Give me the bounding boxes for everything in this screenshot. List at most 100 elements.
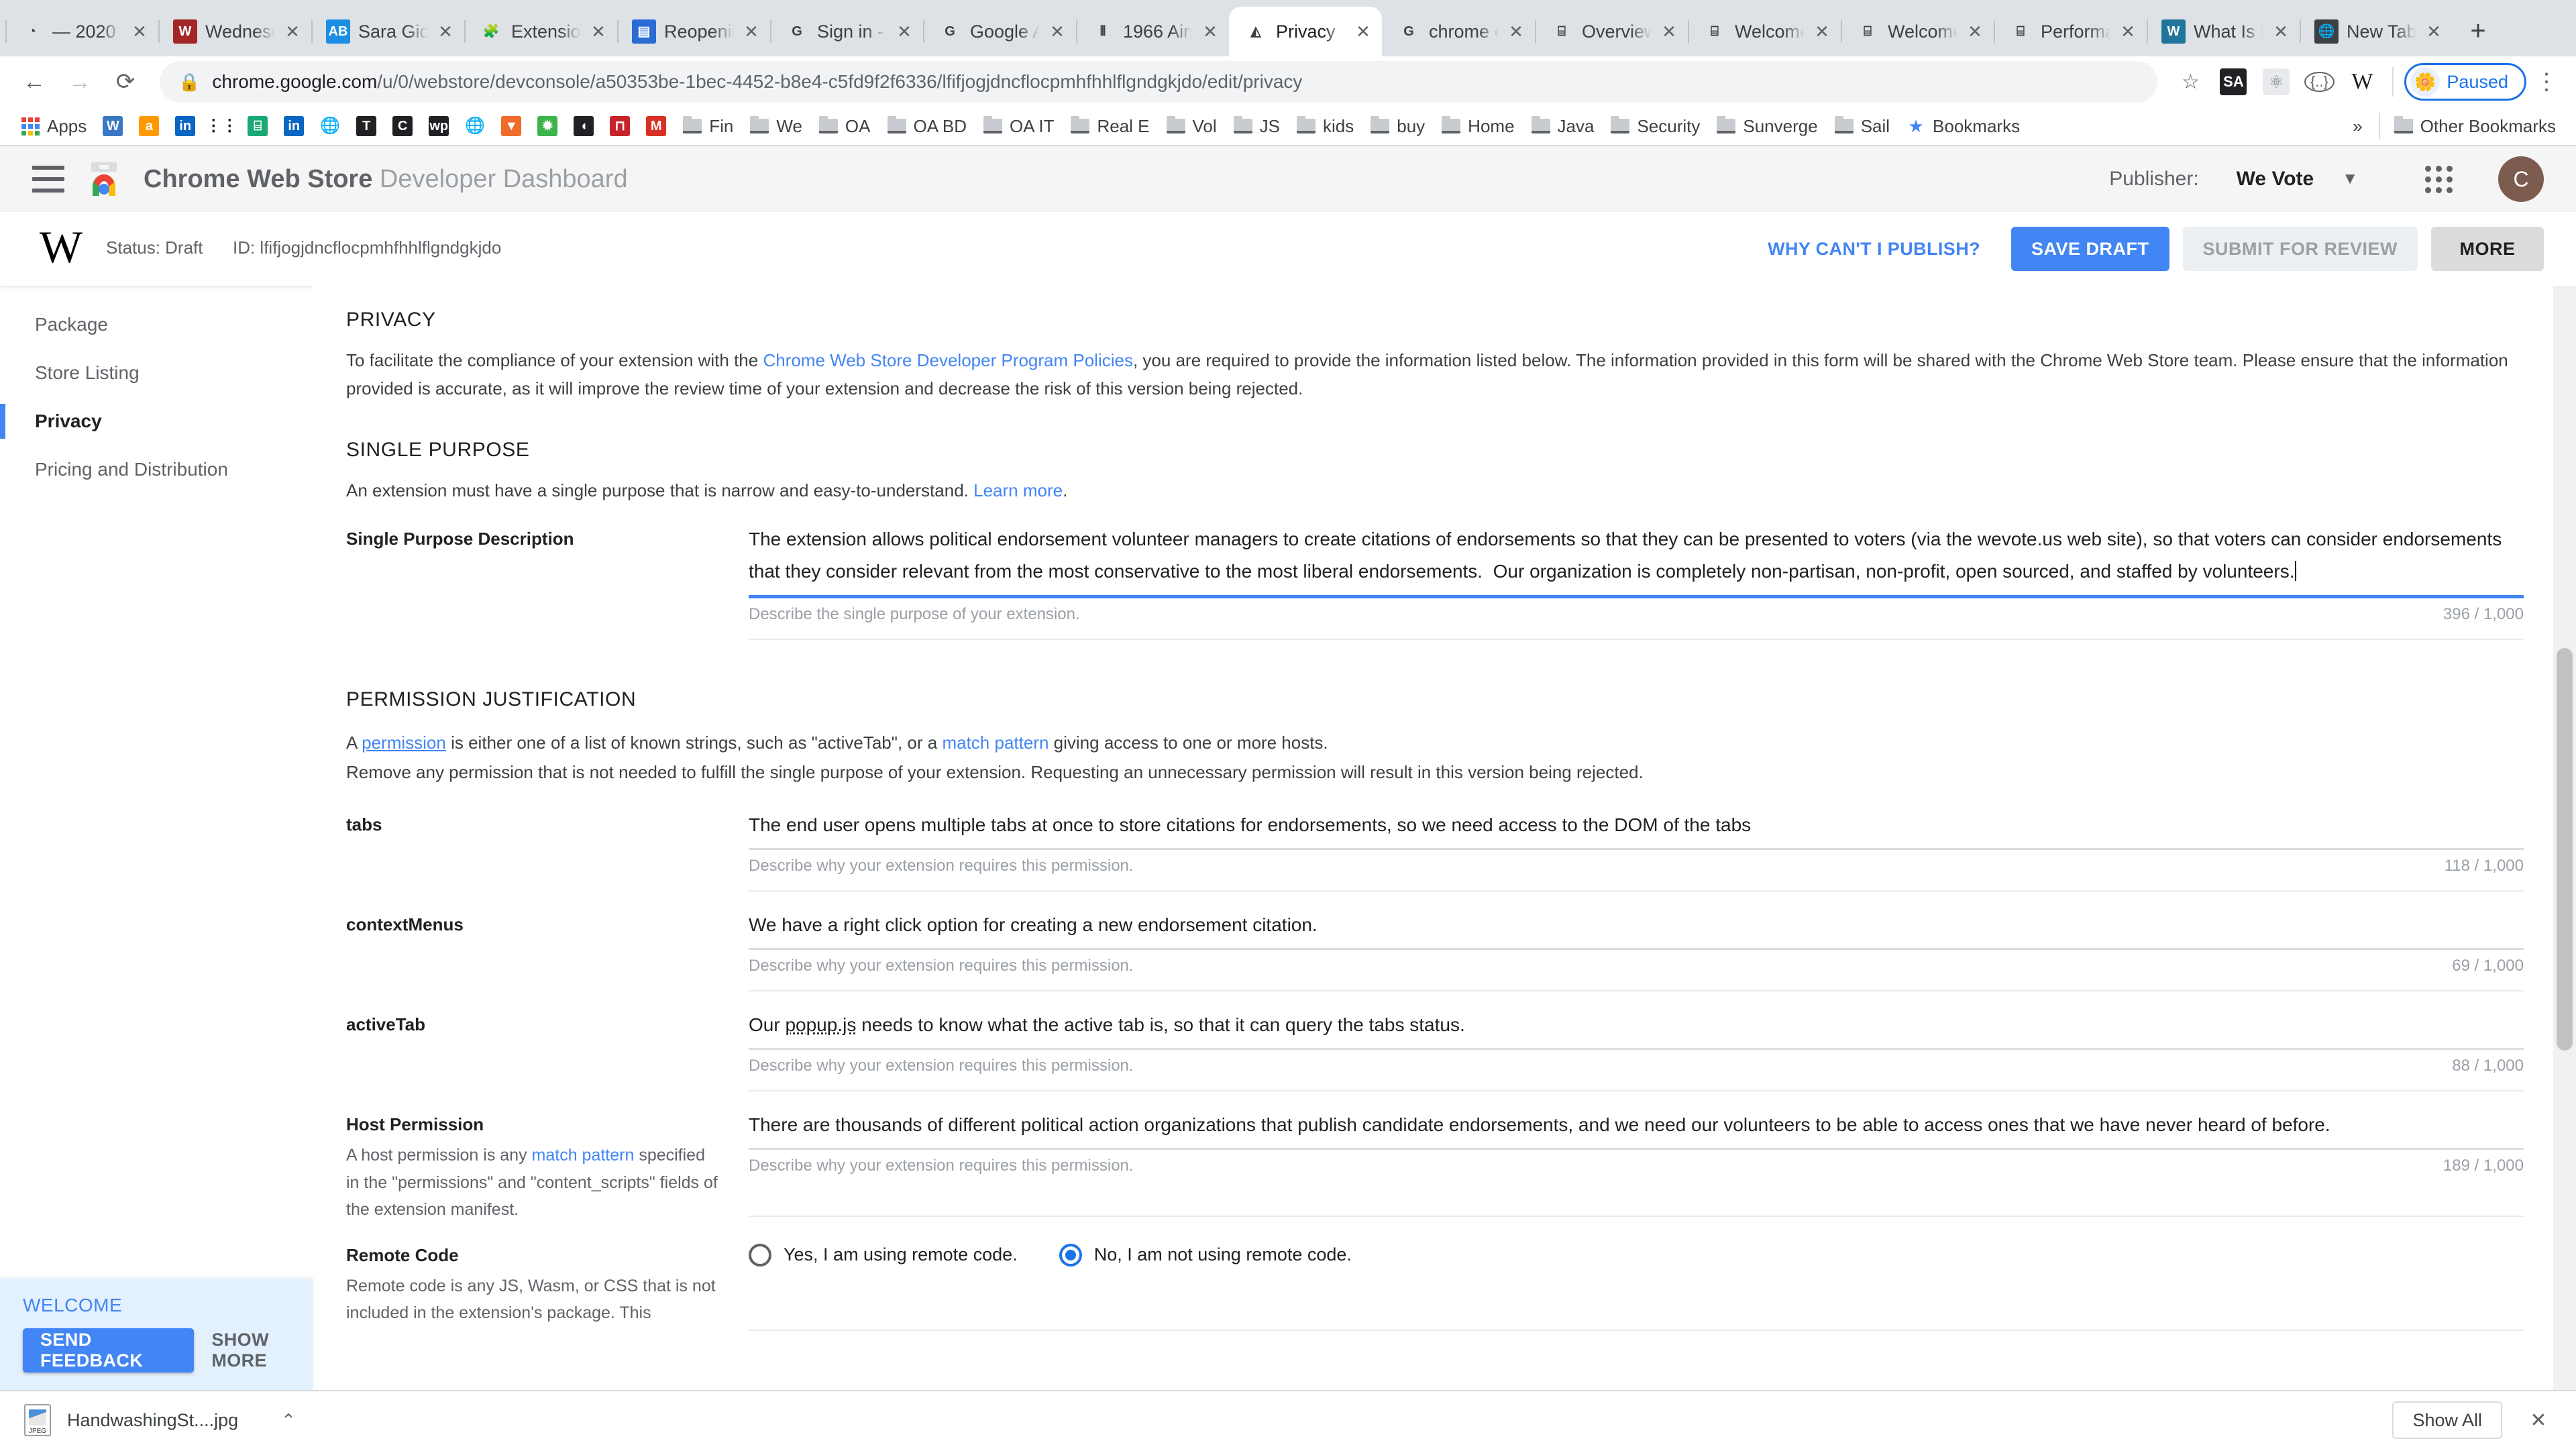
reload-icon[interactable]: ⟳ — [105, 61, 146, 103]
single-purpose-description-input[interactable]: The extension allows political endorseme… — [749, 523, 2524, 594]
browser-tab[interactable]: ⌸Performa✕ — [1994, 7, 2147, 56]
bookmark-item[interactable]: Fin — [674, 111, 741, 142]
developer-program-policies-link[interactable]: Chrome Web Store Developer Program Polic… — [763, 350, 1133, 370]
close-icon[interactable]: ✕ — [2271, 22, 2290, 41]
bookmark-item[interactable]: in — [167, 111, 203, 142]
learn-more-link[interactable]: Learn more — [973, 480, 1063, 500]
radio-checked-icon[interactable] — [1059, 1244, 1082, 1267]
bookmark-item[interactable]: Home — [1433, 111, 1522, 142]
permission-justification-input[interactable]: We have a right click option for creatin… — [749, 909, 2524, 948]
bookmark-item[interactable]: OA — [810, 111, 879, 142]
permission-link[interactable]: permission — [362, 733, 446, 753]
browser-tab[interactable]: GGoogle A✕ — [923, 7, 1076, 56]
show-more-button[interactable]: SHOW MORE — [211, 1330, 313, 1371]
new-tab-button[interactable]: + — [2459, 12, 2497, 50]
save-draft-button[interactable]: SAVE DRAFT — [2011, 227, 2169, 271]
react-devtools-extension-icon[interactable]: ⚛ — [2263, 68, 2290, 95]
back-icon[interactable]: ← — [13, 61, 55, 103]
scrollbar-thumb[interactable] — [2557, 648, 2573, 1051]
bookmark-item[interactable]: in — [276, 111, 312, 142]
match-pattern-link[interactable]: match pattern — [532, 1146, 635, 1165]
bookmark-item[interactable]: 🌐 — [312, 111, 348, 142]
browser-tab[interactable]: Gchrome e✕ — [1382, 7, 1535, 56]
bookmark-item[interactable]: kids — [1288, 111, 1362, 142]
radio-unchecked-icon[interactable] — [749, 1244, 771, 1267]
browser-tab[interactable]: ⦀1966 Airs✕ — [1076, 7, 1229, 56]
sidebar-item-pricing-and-distribution[interactable]: Pricing and Distribution — [0, 445, 313, 494]
scientific-american-extension-icon[interactable]: SA — [2220, 68, 2247, 95]
close-icon[interactable]: ✕ — [1201, 22, 1220, 41]
bookmark-item[interactable]: 🌐 — [457, 111, 493, 142]
address-bar[interactable]: 🔒 chrome.google.com/u/0/webstore/devcons… — [160, 61, 2157, 103]
remote-code-no-option[interactable]: No, I am not using remote code. — [1059, 1244, 1352, 1267]
browser-tab[interactable]: ◭Privacy✕ — [1229, 7, 1382, 56]
other-bookmarks-folder[interactable]: Other Bookmarks — [2385, 111, 2564, 142]
why-cant-i-publish-link[interactable]: WHY CAN'T I PUBLISH? — [1750, 239, 1998, 260]
browser-tab[interactable]: GSign in -✕ — [770, 7, 923, 56]
browser-tab[interactable]: ▤Reopening✕ — [617, 7, 770, 56]
close-icon[interactable]: ✕ — [742, 22, 761, 41]
bookmark-item[interactable]: ⋮⋮ — [203, 111, 239, 142]
bookmark-item[interactable]: Java — [1523, 111, 1603, 142]
browser-tab[interactable]: ◔— 2020 P✕ — [5, 7, 158, 56]
browser-tab[interactable]: 🌐New Tab✕ — [2300, 7, 2453, 56]
browser-tab[interactable]: ⌸Welcome✕ — [1688, 7, 1841, 56]
submit-for-review-button[interactable]: SUBMIT FOR REVIEW — [2183, 227, 2418, 271]
close-icon[interactable]: ✕ — [1813, 22, 1831, 41]
publisher-value[interactable]: We Vote — [2237, 168, 2314, 191]
browser-tab[interactable]: WWednesd✕ — [158, 7, 311, 56]
content-scrollbar[interactable] — [2553, 286, 2576, 1390]
bookmark-item[interactable]: Apps — [12, 111, 95, 142]
browser-tab[interactable]: ⌸Overview✕ — [1535, 7, 1688, 56]
bookmark-item[interactable]: OA BD — [879, 111, 975, 142]
google-apps-icon[interactable] — [2425, 166, 2453, 193]
browser-tab[interactable]: ⌸Welcome✕ — [1841, 7, 1994, 56]
remote-code-yes-option[interactable]: Yes, I am using remote code. — [749, 1244, 1018, 1267]
bookmark-star-icon[interactable]: ☆ — [2171, 62, 2210, 101]
send-feedback-button[interactable]: SEND FEEDBACK — [23, 1328, 194, 1373]
bookmark-item[interactable]: ★Bookmarks — [1898, 111, 2028, 142]
bookmark-item[interactable]: Vol — [1158, 111, 1225, 142]
close-icon[interactable]: ✕ — [589, 22, 608, 41]
bookmark-item[interactable]: ▼ — [493, 111, 529, 142]
close-icon[interactable]: ✕ — [1354, 22, 1373, 41]
bookmark-item[interactable]: ✹ — [529, 111, 566, 142]
browser-tab[interactable]: WWhat Is N✕ — [2147, 7, 2300, 56]
close-icon[interactable]: ✕ — [130, 22, 149, 41]
sidebar-item-package[interactable]: Package — [0, 301, 313, 349]
more-button[interactable]: MORE — [2431, 227, 2544, 271]
close-icon[interactable]: ✕ — [2118, 22, 2137, 41]
bookmark-item[interactable]: wp — [421, 111, 457, 142]
bookmark-item[interactable]: buy — [1362, 111, 1433, 142]
close-icon[interactable]: ✕ — [2424, 22, 2443, 41]
show-all-downloads-button[interactable]: Show All — [2392, 1401, 2502, 1439]
download-item[interactable]: JPEG HandwashingSt....jpg ⌃ — [24, 1404, 296, 1436]
sidebar-item-store-listing[interactable]: Store Listing — [0, 349, 313, 397]
bookmark-item[interactable]: ◖ — [566, 111, 602, 142]
browser-tab[interactable]: 🧩Extension✕ — [464, 7, 617, 56]
close-icon[interactable]: ✕ — [895, 22, 914, 41]
bookmark-item[interactable]: M — [638, 111, 674, 142]
permission-justification-input[interactable]: The end user opens multiple tabs at once… — [749, 809, 2524, 848]
browser-tab[interactable]: ABSara Gide✕ — [311, 7, 464, 56]
close-icon[interactable]: ✕ — [1048, 22, 1067, 41]
close-icon[interactable]: ✕ — [436, 22, 455, 41]
bookmark-item[interactable]: We — [741, 111, 810, 142]
wevote-extension-icon[interactable]: W — [2343, 62, 2381, 101]
permission-justification-input[interactable]: Our popup.js needs to know what the acti… — [749, 1009, 2524, 1048]
bookmark-item[interactable]: C — [384, 111, 421, 142]
chevron-down-icon[interactable]: ▼ — [2342, 170, 2358, 189]
bookmarks-overflow-icon[interactable]: » — [2342, 116, 2373, 137]
bookmark-item[interactable]: T — [348, 111, 384, 142]
bookmark-item[interactable]: JS — [1225, 111, 1288, 142]
match-pattern-link[interactable]: match pattern — [942, 733, 1049, 753]
close-icon[interactable]: ✕ — [1507, 22, 1525, 41]
close-icon[interactable]: ✕ — [2525, 1409, 2552, 1432]
bookmark-item[interactable]: Sunverge — [1708, 111, 1825, 142]
chevron-up-icon[interactable]: ⌃ — [281, 1410, 296, 1431]
chrome-menu-icon[interactable]: ⋮ — [2530, 68, 2563, 95]
bookmark-item[interactable]: Security — [1602, 111, 1708, 142]
close-icon[interactable]: ✕ — [1966, 22, 1984, 41]
close-icon[interactable]: ✕ — [1660, 22, 1678, 41]
bookmark-item[interactable]: ⌸ — [239, 111, 276, 142]
